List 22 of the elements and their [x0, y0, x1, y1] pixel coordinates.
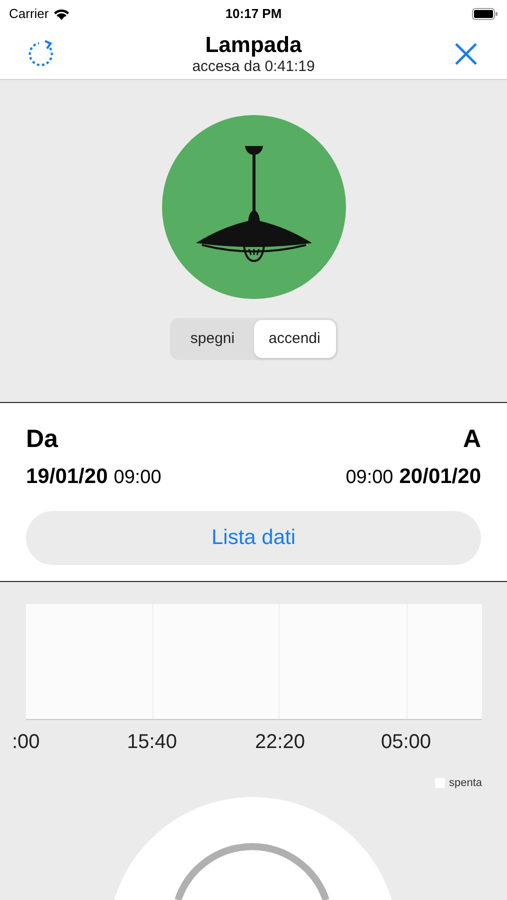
refresh-icon [26, 38, 56, 68]
to-time[interactable]: 09:00 [346, 464, 394, 492]
time-axis-label: :00 [12, 730, 40, 755]
carrier-name: Carrier [9, 5, 49, 24]
refresh-button[interactable] [26, 38, 56, 68]
to-label: A [462, 424, 481, 455]
time-axis-label: 15:40 [126, 730, 178, 755]
time-axis-label: 05:00 [380, 730, 432, 755]
toggle-segment[interactable]: accendi [254, 320, 336, 358]
from-time[interactable]: 09:00 [114, 464, 162, 492]
wifi-icon [52, 8, 70, 20]
nav-title: Lampada [205, 32, 302, 58]
from-date[interactable]: 19/01/20 [26, 461, 108, 492]
status-time: 10:17 PM [225, 5, 282, 24]
from-label: Da [26, 424, 58, 455]
nav-subtitle: accesa da 0:41:19 [192, 58, 315, 76]
battery-icon [472, 8, 498, 20]
close-icon [454, 42, 478, 66]
to-date[interactable]: 20/01/20 [399, 461, 481, 492]
toggle-segment[interactable]: spegni [172, 320, 254, 358]
legend-label: spenta [448, 776, 482, 791]
time-axis-label: 22:20 [254, 730, 306, 755]
